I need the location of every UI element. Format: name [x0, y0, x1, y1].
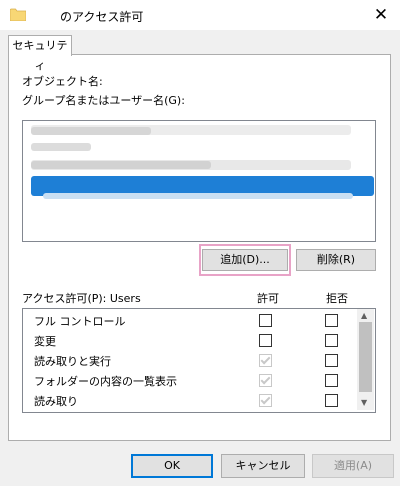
scroll-thumb[interactable] [359, 322, 372, 392]
close-button[interactable]: ✕ [366, 2, 396, 28]
permissions-label: アクセス許可(P): Users [22, 292, 141, 305]
window-title: のアクセス許可 [60, 10, 144, 24]
allow-checkbox [259, 374, 272, 387]
permission-name: フル コントロール [34, 315, 126, 328]
allow-checkbox[interactable] [259, 334, 272, 347]
apply-button[interactable]: 適用(A) [312, 454, 394, 478]
list-item[interactable] [31, 143, 91, 151]
permissions-list: フル コントロール 変更読み取りと実行フォルダーの内容の一覧表示 読み取り ▲ ▼ [22, 308, 376, 413]
ok-button[interactable]: OK [131, 454, 213, 478]
list-item-shadow [43, 193, 353, 199]
deny-checkbox[interactable] [325, 374, 338, 387]
permission-name: フォルダーの内容の一覧表示 [34, 375, 177, 388]
deny-checkbox[interactable] [325, 354, 338, 367]
allow-checkbox[interactable] [259, 314, 272, 327]
scroll-up-icon[interactable]: ▲ [361, 311, 367, 320]
deny-header: 拒否 [326, 292, 348, 305]
allow-header: 許可 [257, 292, 279, 305]
title-bar: のアクセス許可 ✕ [0, 0, 400, 30]
folder-icon [10, 8, 26, 21]
tab-security[interactable]: セキュリティ [8, 35, 72, 72]
allow-checkbox [259, 394, 272, 407]
permission-name: 変更 [34, 335, 56, 348]
remove-button[interactable]: 削除(R) [296, 249, 376, 271]
cancel-button[interactable]: キャンセル [221, 454, 305, 478]
list-item-text [31, 127, 151, 135]
scroll-down-icon[interactable]: ▼ [361, 398, 367, 407]
deny-checkbox[interactable] [325, 394, 338, 407]
group-user-list[interactable] [22, 120, 376, 242]
add-button[interactable]: 追加(D)... [202, 249, 288, 271]
list-item-text [31, 161, 211, 169]
permission-name: 読み取り [34, 395, 78, 408]
allow-checkbox [259, 354, 272, 367]
permission-name: 読み取りと実行 [34, 355, 111, 368]
permissions-scrollbar[interactable]: ▲ ▼ [357, 309, 374, 410]
deny-checkbox[interactable] [325, 334, 338, 347]
group-user-label: グループ名またはユーザー名(G): [22, 94, 185, 107]
deny-checkbox[interactable] [325, 314, 338, 327]
close-icon: ✕ [373, 5, 389, 25]
